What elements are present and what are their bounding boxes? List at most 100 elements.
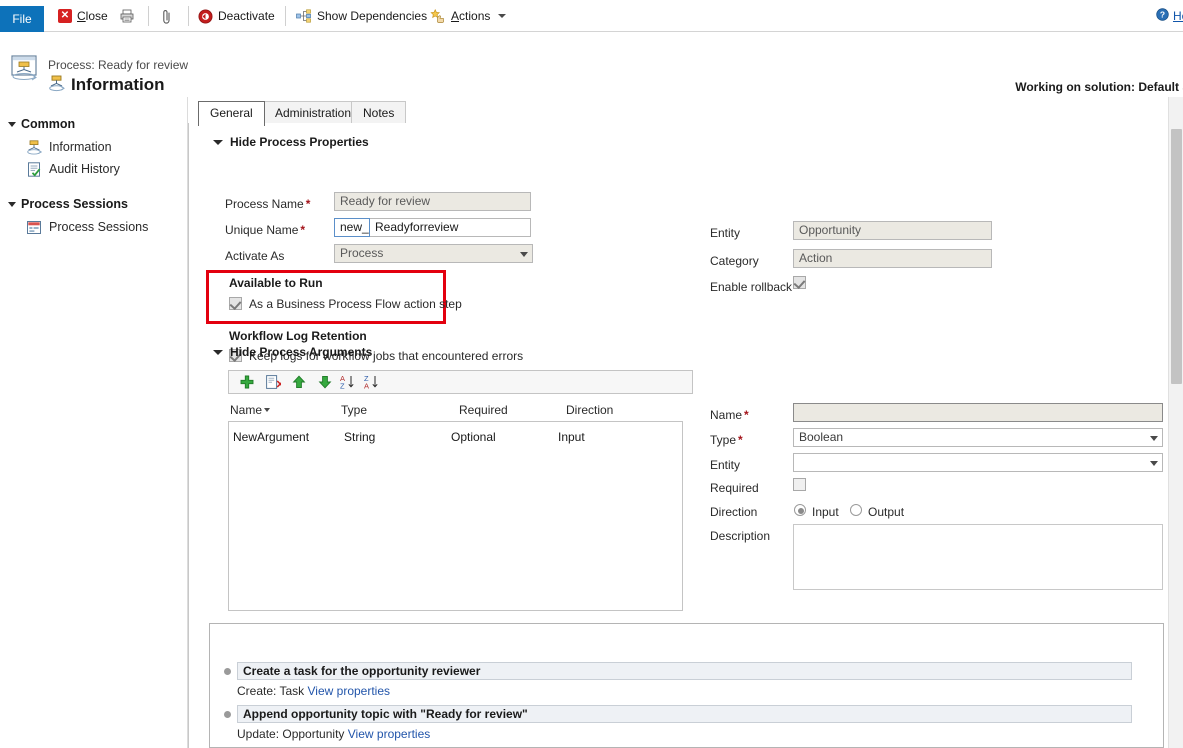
general-tab-panel: Hide Process Properties Process Name* Re… bbox=[188, 123, 1172, 748]
step-bullet-icon bbox=[224, 711, 231, 718]
argument-required-checkbox[interactable] bbox=[793, 478, 806, 491]
bpf-action-step-checkbox[interactable] bbox=[229, 297, 242, 310]
ribbon-toolbar: File ✕ Close bbox=[0, 0, 1183, 32]
sort-descending-button[interactable]: Z A bbox=[362, 371, 386, 393]
category-label: Category bbox=[710, 254, 759, 268]
step-meta: Create: Task View properties bbox=[237, 684, 390, 698]
deactivate-button[interactable]: Deactivate bbox=[198, 0, 275, 32]
step-title[interactable]: Create a task for the opportunity review… bbox=[237, 662, 1132, 680]
arguments-toolbar: ✕ A Z Z bbox=[228, 370, 693, 394]
close-button[interactable]: ✕ Close bbox=[58, 0, 108, 32]
argument-name-label: Name* bbox=[710, 408, 749, 422]
page-title: Information bbox=[48, 75, 165, 95]
table-row-direction: Input bbox=[558, 430, 585, 444]
vertical-scrollbar[interactable] bbox=[1168, 97, 1183, 748]
argument-type-select[interactable]: Boolean bbox=[793, 428, 1163, 447]
file-tab[interactable]: File bbox=[0, 6, 44, 32]
activate-as-select[interactable]: Process bbox=[334, 244, 533, 263]
activate-as-value: Process bbox=[340, 246, 383, 260]
entity-input[interactable]: Opportunity bbox=[793, 221, 992, 240]
sidebar-item-process-sessions[interactable]: Process Sessions bbox=[0, 216, 187, 238]
sort-ascending-button[interactable]: A Z bbox=[338, 371, 362, 393]
sidebar-group-process-sessions[interactable]: Process Sessions bbox=[0, 194, 187, 214]
delete-argument-button[interactable]: ✕ bbox=[260, 371, 286, 393]
chevron-down-icon bbox=[520, 252, 528, 257]
direction-input-radio[interactable] bbox=[794, 504, 806, 516]
entity-label: Entity bbox=[710, 226, 740, 240]
sidebar-item-audit-history[interactable]: Audit History bbox=[0, 158, 187, 180]
available-to-run-heading: Available to Run bbox=[229, 276, 323, 290]
sessions-icon bbox=[26, 220, 42, 235]
main-content: General Administration Notes Hide Proces… bbox=[188, 97, 1183, 748]
unique-name-input[interactable]: Readyforreview bbox=[370, 218, 531, 237]
chevron-down-icon bbox=[8, 122, 16, 127]
process-name-input[interactable]: Ready for review bbox=[334, 192, 531, 211]
step-meta: Update: Opportunity View properties bbox=[237, 727, 430, 741]
help-link[interactable]: ? Hel bbox=[1156, 0, 1183, 32]
process-small-icon bbox=[48, 75, 65, 95]
sidebar-group-label: Process Sessions bbox=[21, 197, 128, 211]
direction-input-label: Input bbox=[812, 505, 839, 519]
toggle-process-properties[interactable]: Hide Process Properties bbox=[213, 135, 369, 149]
print-preview-button[interactable] bbox=[120, 0, 135, 32]
show-dependencies-label: Show Dependencies bbox=[317, 9, 427, 23]
tab-bar: General Administration Notes bbox=[188, 101, 1183, 123]
dependencies-icon bbox=[296, 9, 312, 23]
scrollbar-thumb[interactable] bbox=[1171, 129, 1182, 384]
table-row-name: NewArgument bbox=[233, 430, 309, 444]
tab-general[interactable]: General bbox=[198, 101, 265, 126]
argument-description-textarea[interactable] bbox=[793, 524, 1163, 590]
step-title[interactable]: Append opportunity topic with "Ready for… bbox=[237, 705, 1132, 723]
svg-text:A: A bbox=[364, 382, 369, 391]
process-icon bbox=[26, 140, 42, 155]
plus-green-icon bbox=[240, 375, 254, 389]
delete-red-x-icon: ✕ bbox=[266, 375, 281, 389]
toggle-process-arguments[interactable]: Hide Process Arguments bbox=[213, 345, 372, 359]
ribbon-separator bbox=[285, 6, 286, 26]
chevron-down-icon bbox=[1150, 436, 1158, 441]
view-properties-link[interactable]: View properties bbox=[348, 727, 431, 741]
argument-name-input[interactable] bbox=[793, 403, 1163, 422]
column-header-type[interactable]: Type bbox=[341, 403, 367, 417]
sidebar-item-label: Audit History bbox=[49, 162, 120, 176]
svg-text:Z: Z bbox=[340, 382, 345, 391]
show-dependencies-button[interactable]: Show Dependencies bbox=[296, 0, 427, 32]
category-input[interactable]: Action bbox=[793, 249, 992, 268]
arguments-grid[interactable]: NewArgument String Optional Input bbox=[228, 421, 683, 611]
ribbon-separator bbox=[148, 6, 149, 26]
attach-file-button[interactable] bbox=[161, 0, 173, 32]
step-action: Update: bbox=[237, 727, 279, 741]
move-up-button[interactable] bbox=[286, 371, 312, 393]
svg-text:?: ? bbox=[1160, 10, 1165, 20]
section-label: Hide Process Properties bbox=[230, 135, 369, 149]
unique-name-label: Unique Name* bbox=[225, 223, 305, 237]
sidebar-group-label: Common bbox=[21, 117, 75, 131]
close-x-icon: ✕ bbox=[58, 9, 72, 23]
sidebar-group-common[interactable]: Common bbox=[0, 114, 187, 134]
add-argument-button[interactable] bbox=[234, 371, 260, 393]
enable-rollback-label: Enable rollback bbox=[710, 280, 792, 294]
sidebar-item-label: Information bbox=[49, 140, 112, 154]
column-header-name[interactable]: Name bbox=[230, 403, 270, 417]
log-retention-heading: Workflow Log Retention bbox=[229, 329, 367, 343]
chevron-down-icon bbox=[213, 140, 223, 145]
move-down-button[interactable] bbox=[312, 371, 338, 393]
audit-icon bbox=[26, 162, 42, 177]
argument-entity-select[interactable] bbox=[793, 453, 1163, 472]
direction-output-radio[interactable] bbox=[850, 504, 862, 516]
sort-za-icon: Z A bbox=[364, 374, 384, 390]
enable-rollback-checkbox[interactable] bbox=[793, 276, 806, 289]
argument-type-value: Boolean bbox=[799, 430, 843, 444]
actions-button[interactable]: Actions bbox=[430, 0, 506, 32]
actions-star-icon bbox=[430, 9, 446, 24]
sidebar-item-information[interactable]: Information bbox=[0, 136, 187, 158]
view-properties-link[interactable]: View properties bbox=[308, 684, 391, 698]
chevron-down-icon bbox=[498, 14, 506, 18]
column-header-required[interactable]: Required bbox=[459, 403, 508, 417]
process-steps-panel: Create a task for the opportunity review… bbox=[209, 623, 1164, 748]
unique-name-prefix-input[interactable]: new_ bbox=[334, 218, 370, 237]
column-header-direction[interactable]: Direction bbox=[566, 403, 613, 417]
table-row-type: String bbox=[344, 430, 375, 444]
page-title-text: Information bbox=[71, 75, 165, 95]
chevron-down-icon bbox=[8, 202, 16, 207]
